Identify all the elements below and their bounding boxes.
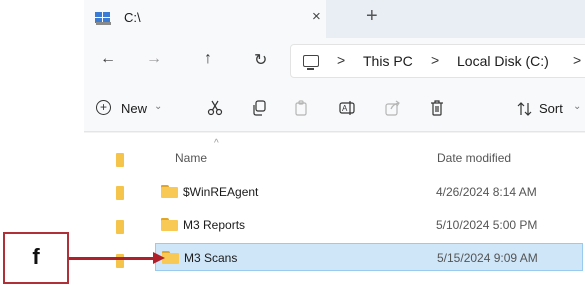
navigation-pane — [84, 133, 144, 286]
column-header-date-modified[interactable]: Date modified — [437, 151, 511, 165]
chevron-down-icon[interactable]: ⌄ — [573, 101, 581, 112]
list-item[interactable]: $WinREAgent 4/26/2024 8:14 AM — [155, 178, 583, 206]
breadcrumb-separator: > — [431, 52, 440, 68]
column-header-name[interactable]: Name — [175, 151, 207, 165]
back-icon[interactable]: ← — [100, 50, 116, 68]
rename-icon[interactable]: A — [339, 100, 357, 116]
folder-icon — [161, 218, 178, 231]
breadcrumb-this-pc[interactable]: This PC — [363, 53, 413, 69]
up-icon[interactable]: ↑ — [204, 50, 212, 68]
file-name: M3 Scans — [184, 251, 238, 265]
callout-arrow-line — [69, 257, 157, 260]
file-date: 5/15/2024 9:09 AM — [437, 251, 538, 265]
callout-box: f — [3, 232, 69, 284]
drive-icon — [95, 12, 111, 25]
title-bar: C:\ × + — [84, 0, 585, 38]
computer-icon — [303, 55, 319, 70]
close-tab-icon[interactable]: × — [312, 8, 321, 25]
navigation-bar: ← → ↑ ↻ > This PC > Local Disk (C:) > — [84, 38, 585, 84]
file-explorer-window: C:\ × + ← → ↑ ↻ > This PC > Local Disk (… — [84, 0, 585, 286]
folder-icon — [161, 185, 178, 198]
new-button[interactable]: New — [121, 101, 147, 116]
paste-icon[interactable] — [293, 100, 309, 116]
callout-label: f — [32, 244, 40, 269]
tab-title: C:\ — [124, 10, 141, 25]
plus-icon: + — [96, 100, 111, 115]
address-bar[interactable]: > This PC > Local Disk (C:) > — [290, 44, 585, 78]
cut-icon[interactable] — [207, 100, 223, 116]
new-tab-button[interactable]: + — [366, 5, 378, 28]
svg-text:A: A — [342, 104, 348, 113]
folder-icon[interactable] — [116, 186, 124, 200]
sort-button[interactable]: Sort — [539, 101, 563, 116]
breadcrumb-local-disk[interactable]: Local Disk (C:) — [457, 53, 549, 69]
folder-icon[interactable] — [116, 220, 124, 234]
file-date: 5/10/2024 5:00 PM — [436, 218, 538, 232]
breadcrumb-separator: > — [337, 52, 346, 68]
callout-arrow-head — [153, 252, 165, 264]
folder-icon[interactable] — [116, 153, 124, 167]
file-name: M3 Reports — [183, 218, 246, 232]
refresh-icon[interactable]: ↻ — [254, 50, 267, 70]
list-item-selected[interactable]: M3 Scans 5/15/2024 9:09 AM — [155, 243, 583, 271]
list-item[interactable]: M3 Reports 5/10/2024 5:00 PM — [155, 211, 583, 239]
breadcrumb-separator: > — [573, 52, 582, 68]
copy-icon[interactable] — [251, 100, 267, 116]
chevron-down-icon[interactable]: ⌄ — [154, 101, 162, 112]
command-bar: + New ⌄ A Sort ⌄ — [84, 84, 585, 132]
sort-ascending-icon: ^ — [214, 138, 219, 149]
tab-c-drive[interactable]: C:\ × — [84, 0, 326, 38]
delete-icon[interactable] — [429, 100, 445, 116]
file-date: 4/26/2024 8:14 AM — [436, 185, 537, 199]
forward-icon[interactable]: → — [146, 50, 162, 68]
sort-icon[interactable] — [517, 101, 533, 117]
file-name: $WinREAgent — [183, 185, 259, 199]
share-icon[interactable] — [385, 100, 401, 116]
